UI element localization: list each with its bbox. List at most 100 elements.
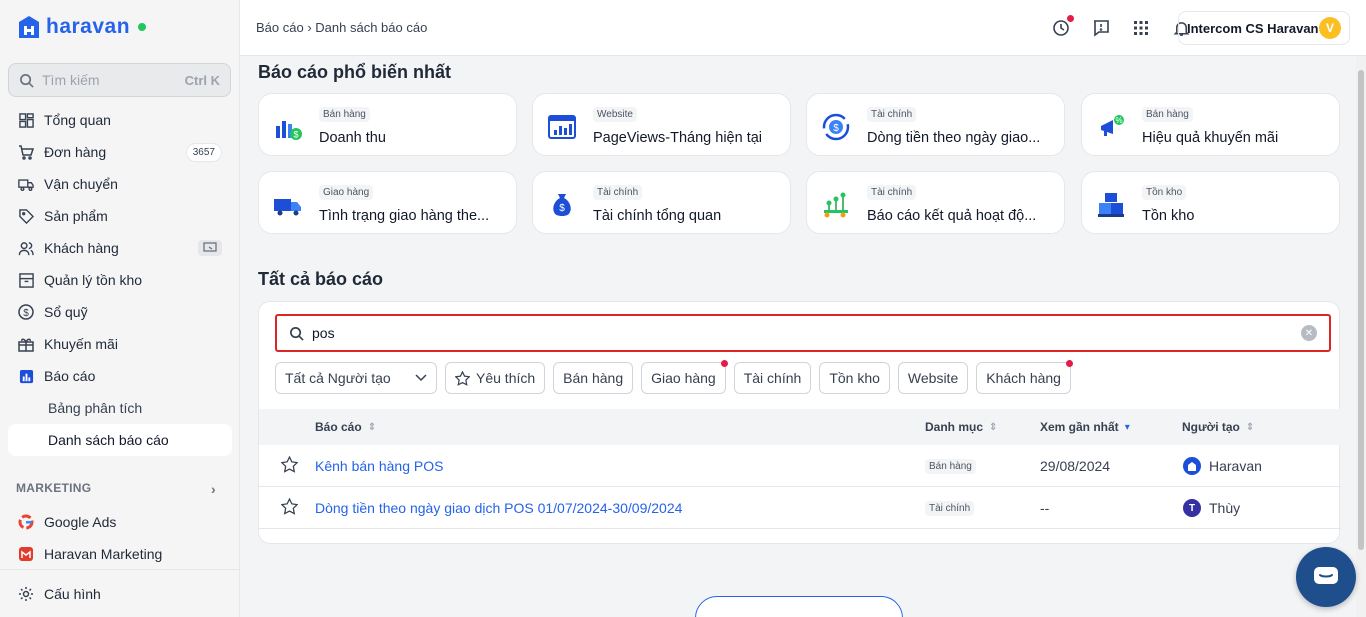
sidebar: haravan Tìm kiếm Ctrl K Tổng quan Đơn hà… (0, 0, 240, 617)
cart-icon (18, 144, 34, 160)
sidebar-item-cashbook[interactable]: $ Sổ quỹ (8, 296, 232, 328)
activity-icon[interactable] (1050, 15, 1074, 39)
haravan-marketing-icon (18, 546, 34, 562)
category-tag: Tài chính (925, 501, 975, 516)
sidebar-item-products[interactable]: Sản phẩm (8, 200, 232, 232)
table-row[interactable]: Dòng tiền theo ngày giao dịch POS 01/07/… (259, 487, 1341, 529)
popular-card[interactable]: $ Bán hàng Doanh thu (258, 93, 517, 156)
filter-bar: Tất cả Người tạo Yêu thích Bán hàng Giao… (275, 360, 1073, 394)
column-label: Người tạo (1182, 420, 1240, 434)
card-title: Hiệu quả khuyến mãi (1142, 130, 1279, 146)
card-title: Dòng tiền theo ngày giao... (867, 130, 1041, 146)
new-indicator-dot (720, 360, 728, 367)
filter-customers[interactable]: Khách hàng (976, 360, 1073, 394)
new-indicator-dot (1065, 360, 1073, 367)
filter-finance[interactable]: Tài chính (733, 362, 812, 394)
popular-card[interactable]: Giao hàng Tình trạng giao hàng the... (258, 171, 517, 234)
filter-favorite[interactable]: Yêu thích (445, 362, 546, 394)
sidebar-item-haravan-marketing[interactable]: Haravan Marketing (8, 538, 232, 570)
creator-avatar: T (1183, 499, 1201, 517)
clear-search-icon[interactable]: ✕ (1301, 325, 1317, 341)
table-row[interactable]: Kênh bán hàng POS Bán hàng 29/08/2024 Ha… (259, 445, 1341, 487)
delivery-truck-icon (274, 199, 301, 216)
sidebar-item-label: Google Ads (44, 514, 117, 530)
search-icon (20, 73, 34, 88)
report-search-box[interactable]: ✕ (275, 314, 1331, 352)
sidebar-item-shipping[interactable]: Vận chuyển (8, 168, 232, 200)
sort-icon: ⇕ (989, 421, 998, 433)
popular-card[interactable]: Website PageViews-Tháng hiện tại (532, 93, 791, 156)
sidebar-item-orders[interactable]: Đơn hàng 3657 (8, 136, 232, 168)
popular-card[interactable]: $ Tài chính Dòng tiền theo ngày giao... (806, 93, 1065, 156)
report-link[interactable]: Dòng tiền theo ngày giao dịch POS 01/07/… (315, 500, 682, 516)
breadcrumb: Báo cáo › Danh sách báo cáo (256, 20, 427, 35)
favorite-star-icon[interactable] (281, 498, 298, 515)
sort-desc-icon: ▾ (1124, 421, 1130, 433)
filter-website[interactable]: Website (897, 362, 969, 394)
card-title: Tài chính tổng quan (593, 208, 722, 224)
sidebar-subitem-analytics[interactable]: Bảng phân tích (8, 392, 232, 424)
page-scrollbar[interactable] (1356, 56, 1366, 617)
popular-card[interactable]: $ Tài chính Tài chính tổng quan (532, 171, 791, 234)
all-reports-title: Tất cả báo cáo (258, 269, 384, 289)
report-search-input[interactable] (312, 325, 1293, 341)
filter-sales[interactable]: Bán hàng (553, 362, 634, 394)
sidebar-item-customers[interactable]: Khách hàng (8, 232, 232, 264)
user-menu[interactable]: Intercom CS Haravan V (1178, 11, 1350, 45)
sidebar-item-label: Khách hàng (44, 240, 119, 256)
popular-card[interactable]: % Bán hàng Hiệu quả khuyến mãi (1081, 93, 1340, 156)
main-content: Báo cáo phổ biến nhất $ Bán hàng Doanh t… (240, 56, 1356, 617)
creator-filter-select[interactable]: Tất cả Người tạo (275, 362, 437, 394)
column-last-viewed[interactable]: Xem gần nhất ▾ (1040, 420, 1130, 434)
sidebar-item-settings[interactable]: Cấu hình (8, 578, 232, 610)
card-tag: Bán hàng (1142, 107, 1193, 122)
sidebar-divider (0, 569, 240, 570)
feedback-icon[interactable] (1090, 17, 1112, 39)
cashflow-icon: $ (822, 113, 850, 141)
sidebar-item-reports[interactable]: Báo cáo (8, 360, 232, 392)
sidebar-item-inventory[interactable]: Quản lý tồn kho (8, 264, 232, 296)
sidebar-item-promotions[interactable]: Khuyến mãi (8, 328, 232, 360)
report-chart-icon (18, 368, 34, 384)
card-tag: Tài chính (867, 107, 917, 122)
revenue-chart-icon: $ (276, 121, 302, 140)
chevron-right-icon: › (211, 481, 216, 497)
settings-wrap: Cấu hình (8, 578, 232, 610)
column-creator[interactable]: Người tạo ⇕ (1182, 420, 1254, 434)
column-label: Xem gần nhất (1040, 420, 1119, 434)
chat-widget-button[interactable] (1296, 547, 1356, 607)
column-report[interactable]: Báo cáo ⇕ (315, 420, 376, 434)
scrollbar-thumb[interactable] (1358, 70, 1364, 550)
sidebar-search[interactable]: Tìm kiếm Ctrl K (8, 63, 231, 97)
logo[interactable]: haravan (16, 14, 147, 40)
sidebar-subitem-report-list[interactable]: Danh sách báo cáo (8, 424, 232, 456)
sidebar-item-label: Quản lý tồn kho (44, 272, 143, 288)
sidebar-item-google-ads[interactable]: Google Ads (8, 506, 232, 538)
filter-label: Giao hàng (651, 370, 716, 386)
filter-shipping[interactable]: Giao hàng (641, 360, 728, 394)
user-name: Intercom CS Haravan (1187, 20, 1319, 36)
apps-grid-icon[interactable] (1130, 17, 1152, 39)
sidebar-item-overview[interactable]: Tổng quan (8, 104, 232, 136)
popular-card[interactable]: Tồn kho Tồn kho (1081, 171, 1340, 234)
creator-name: Thùy (1209, 500, 1241, 516)
column-category[interactable]: Danh mục ⇕ (925, 420, 997, 434)
filter-label: Tồn kho (829, 370, 880, 386)
screen-icon[interactable] (198, 240, 222, 256)
promotion-megaphone-icon: % (1101, 115, 1124, 136)
chevron-down-icon (415, 374, 427, 382)
marketing-section-label: MARKETING (16, 481, 92, 495)
orders-count-badge: 3657 (185, 142, 222, 162)
popular-card[interactable]: Tài chính Báo cáo kết quả hoạt độ... (806, 171, 1065, 234)
load-more-button[interactable] (695, 596, 903, 617)
marketing-section[interactable]: MARKETING › (16, 481, 216, 497)
filter-label: Website (907, 370, 959, 386)
sidebar-item-label: Đơn hàng (44, 144, 107, 160)
filter-label: Khách hàng (986, 370, 1061, 386)
favorite-star-icon[interactable] (281, 456, 298, 473)
filter-inventory[interactable]: Tồn kho (819, 362, 890, 394)
breadcrumb-parent[interactable]: Báo cáo (256, 20, 304, 35)
card-title: Tồn kho (1142, 208, 1195, 224)
report-link[interactable]: Kênh bán hàng POS (315, 458, 443, 474)
card-tag: Tài chính (867, 185, 917, 200)
